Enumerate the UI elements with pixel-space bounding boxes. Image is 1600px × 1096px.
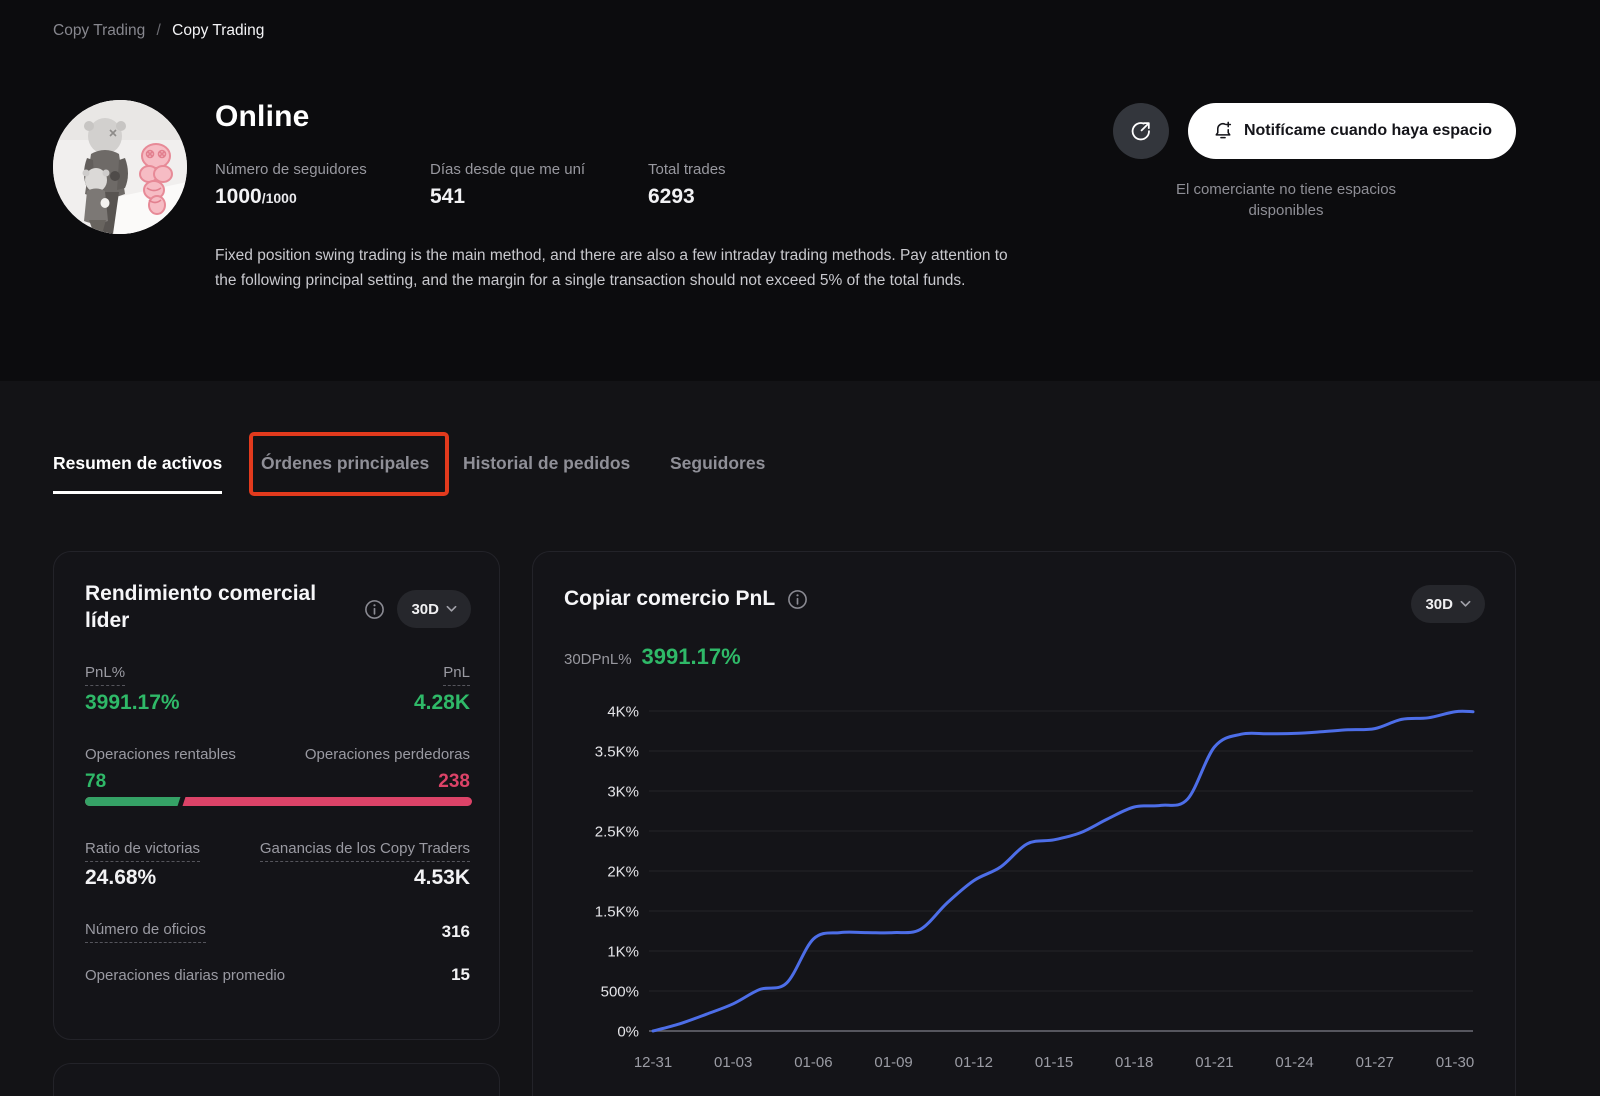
- copy-trading-pnl-card: Copiar comercio PnL 30D 30DPnL% 3991.17%…: [532, 551, 1516, 1096]
- winrate-bar-green: [85, 797, 181, 806]
- svg-text:01-03: 01-03: [714, 1054, 752, 1071]
- performance-range-dropdown[interactable]: 30D: [397, 590, 471, 628]
- tab-resumen-de-activos[interactable]: Resumen de activos: [53, 453, 222, 494]
- trader-description: Fixed position swing trading is the main…: [215, 244, 1031, 293]
- svg-text:01-06: 01-06: [794, 1054, 832, 1071]
- chevron-down-icon: [446, 605, 457, 613]
- tab-historial-de-pedidos[interactable]: Historial de pedidos: [463, 453, 630, 491]
- share-icon: [1129, 119, 1153, 143]
- svg-text:1.5K%: 1.5K%: [595, 904, 639, 921]
- avg-daily-trades-label: Operaciones diarias promedio: [85, 967, 285, 984]
- notify-me-button[interactable]: Notifícame cuando haya espacio: [1188, 103, 1516, 159]
- svg-text:01-27: 01-27: [1356, 1054, 1394, 1071]
- avatar: [53, 100, 187, 234]
- svg-text:01-24: 01-24: [1275, 1054, 1313, 1071]
- svg-text:2.5K%: 2.5K%: [595, 824, 639, 841]
- leader-performance-card: Rendimiento comercial líder 30D PnL% PnL…: [53, 551, 500, 1040]
- svg-text:12-31: 12-31: [634, 1054, 672, 1071]
- pnl-label[interactable]: PnL: [443, 664, 470, 686]
- copy-trader-profits-label[interactable]: Ganancias de los Copy Traders: [260, 840, 470, 862]
- stat-followers-max: /1000: [262, 190, 297, 206]
- pnl-pct-label[interactable]: PnL%: [85, 664, 125, 686]
- svg-text:1K%: 1K%: [607, 944, 639, 961]
- avatar-illustration: [53, 100, 187, 234]
- pnl-card-title: Copiar comercio PnL: [564, 587, 775, 611]
- stat-followers-value: 1000/1000: [215, 185, 430, 209]
- stat-days-joined-value: 541: [430, 185, 648, 209]
- pnl-value: 4.28K: [414, 691, 470, 715]
- win-ratio-label[interactable]: Ratio de victorias: [85, 840, 200, 862]
- pnl-pct-value: 3991.17%: [85, 691, 180, 715]
- stat-total-trades-value: 6293: [648, 185, 726, 209]
- pnl-line-chart: 0% 500% 1K% 1.5K% 2K% 2.5K% 3K% 3.5K% 4K% 12-31 01…: [541, 691, 1501, 1091]
- svg-text:01-30: 01-30: [1436, 1054, 1474, 1071]
- profitable-trades-label: Operaciones rentables: [85, 746, 236, 763]
- losing-trades-value: 238: [438, 771, 470, 793]
- svg-text:01-21: 01-21: [1195, 1054, 1233, 1071]
- stat-total-trades: Total trades 6293: [648, 161, 726, 209]
- performance-card-title: Rendimiento comercial líder: [85, 580, 335, 634]
- tab-ordenes-principales[interactable]: Órdenes principales: [261, 453, 429, 491]
- info-icon[interactable]: [364, 599, 385, 620]
- trader-status-title: Online: [215, 100, 310, 134]
- breadcrumb-current: Copy Trading: [172, 22, 264, 39]
- win-ratio-value: 24.68%: [85, 866, 156, 890]
- performance-range-value: 30D: [411, 601, 439, 618]
- svg-text:0%: 0%: [617, 1024, 639, 1041]
- svg-text:01-12: 01-12: [955, 1054, 993, 1071]
- stat-days-joined-label: Días desde que me uní: [430, 161, 648, 178]
- pnl-metric-label: 30DPnL%: [564, 651, 632, 668]
- bell-plus-icon: [1212, 120, 1234, 142]
- breadcrumb: Copy Trading / Copy Trading: [53, 22, 264, 40]
- profitable-trades-value: 78: [85, 771, 106, 793]
- svg-text:3K%: 3K%: [607, 784, 639, 801]
- winrate-bar: [85, 797, 472, 806]
- stat-followers: Número de seguidores 1000/1000: [215, 161, 430, 209]
- chevron-down-icon: [1460, 600, 1471, 608]
- pnl-range-value: 30D: [1425, 596, 1453, 613]
- svg-text:2K%: 2K%: [607, 864, 639, 881]
- tab-seguidores[interactable]: Seguidores: [670, 453, 765, 491]
- stat-total-trades-label: Total trades: [648, 161, 726, 178]
- pnl-metric-value: 3991.17%: [642, 644, 741, 670]
- svg-text:500%: 500%: [601, 984, 639, 1001]
- pnl-range-dropdown[interactable]: 30D: [1411, 585, 1485, 623]
- pnl-chart-svg: 0% 500% 1K% 1.5K% 2K% 2.5K% 3K% 3.5K% 4K% 12-31 01…: [541, 691, 1501, 1091]
- breadcrumb-parent-link[interactable]: Copy Trading: [53, 22, 145, 39]
- share-button[interactable]: [1113, 103, 1169, 159]
- stat-followers-label: Número de seguidores: [215, 161, 430, 178]
- breadcrumb-separator: /: [157, 22, 161, 39]
- next-card-stub: [53, 1063, 500, 1096]
- info-icon[interactable]: [787, 589, 808, 610]
- svg-text:01-18: 01-18: [1115, 1054, 1153, 1071]
- svg-text:4K%: 4K%: [607, 704, 639, 721]
- svg-text:3.5K%: 3.5K%: [595, 744, 639, 761]
- copy-trader-profits-value: 4.53K: [414, 866, 470, 890]
- trader-profile-header: Copy Trading / Copy Trading: [0, 0, 1600, 381]
- trades-count-value: 316: [442, 922, 470, 942]
- losing-trades-label: Operaciones perdedoras: [305, 746, 470, 763]
- no-slots-note: El comerciante no tiene espacios disponi…: [1166, 180, 1406, 221]
- svg-text:01-15: 01-15: [1035, 1054, 1073, 1071]
- trades-count-label[interactable]: Número de oficios: [85, 921, 206, 943]
- avg-daily-trades-value: 15: [451, 965, 470, 985]
- copy-trading-page: Copy Trading / Copy Trading: [0, 0, 1600, 1096]
- svg-text:01-09: 01-09: [874, 1054, 912, 1071]
- trader-stats: Número de seguidores 1000/1000 Días desd…: [215, 161, 726, 209]
- notify-me-label: Notifícame cuando haya espacio: [1244, 122, 1492, 140]
- stat-days-joined: Días desde que me uní 541: [430, 161, 648, 209]
